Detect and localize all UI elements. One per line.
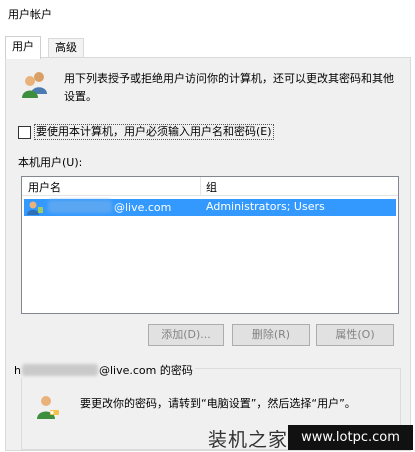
tab-strip: 用户 高级 (0, 36, 415, 59)
title-bar: 用户帐户 (0, 0, 415, 30)
password-group-title: h @live.com 的密码 (12, 362, 195, 378)
list-header: 用户名 组 (22, 177, 398, 196)
password-title-suffix: @live.com 的密码 (98, 364, 193, 377)
password-instructions: 要更改你的密码，请转到“电脑设置”，然后选择“用户”。 (80, 397, 356, 410)
user-key-icon (37, 396, 59, 419)
require-login-row[interactable]: 要使用本计算机，用户必须输入用户名和密码(E) (18, 124, 398, 140)
redacted-account (21, 364, 98, 376)
users-icon (22, 72, 47, 98)
row-group: Administrators; Users (206, 200, 325, 213)
tab-advanced[interactable]: 高级 (48, 38, 84, 57)
tab-users[interactable]: 用户 (5, 36, 41, 59)
row-username: @live.com (48, 200, 171, 214)
add-user-button[interactable]: 添加(D)... (148, 324, 224, 346)
watermark-brand: 装机之家 (208, 429, 289, 451)
table-row[interactable]: @live.com Administrators; Users (24, 199, 396, 216)
username-domain: @live.com (114, 201, 172, 214)
window-title: 用户帐户 (8, 8, 52, 21)
require-login-label[interactable]: 要使用本计算机，用户必须输入用户名和密码(E) (34, 124, 274, 140)
properties-button[interactable]: 属性(O) (316, 324, 394, 346)
user-icon (27, 201, 43, 215)
users-panel: 用下列表授予或拒绝用户访问你的计算机，还可以更改其密码和其他设置。 要使用本计算… (5, 57, 411, 451)
intro-text: 用下列表授予或拒绝用户访问你的计算机，还可以更改其密码和其他设置。 (64, 72, 394, 103)
local-users-label: 本机用户(U): (18, 156, 83, 169)
password-title-prefix: h (14, 364, 21, 377)
watermark-url: www.lotpc.com (288, 425, 413, 450)
redacted-username (48, 200, 112, 213)
watermark: 装机之家 www.lotpc.com (208, 423, 415, 452)
users-list[interactable]: 用户名 组 @live.com Administrators; Users (21, 176, 399, 314)
column-divider[interactable] (200, 177, 201, 195)
require-login-checkbox[interactable] (18, 126, 31, 139)
remove-user-button[interactable]: 删除(R) (232, 324, 310, 346)
column-header-username[interactable]: 用户名 (28, 179, 61, 195)
column-header-group[interactable]: 组 (206, 179, 217, 195)
